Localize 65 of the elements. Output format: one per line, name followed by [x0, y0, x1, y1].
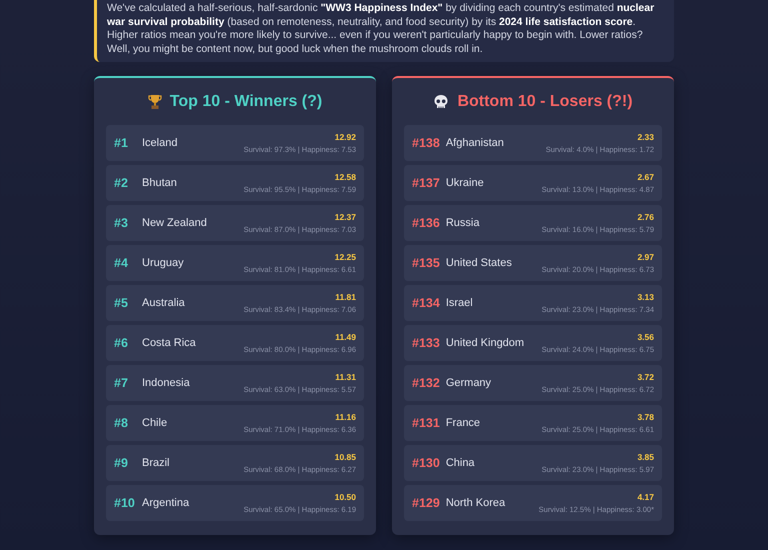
ratio-value: 12.92	[334, 132, 356, 142]
rank-label: #3	[114, 216, 129, 230]
ratio-value: 11.81	[335, 292, 356, 302]
country-name: New Zealand	[142, 217, 207, 229]
rank-label: #134	[412, 296, 440, 310]
ratio-value: 12.58	[334, 172, 356, 182]
panel-title: Bottom 10 - Losers (?!)	[457, 93, 633, 111]
rank-label: #137	[412, 176, 440, 190]
ratio-value: 3.56	[637, 332, 654, 342]
ratio-value: 4.17	[637, 492, 654, 502]
country-name: Brazil	[142, 457, 170, 469]
ratio-value: 2.67	[637, 172, 654, 182]
country-name: Australia	[142, 297, 185, 309]
ratio-value: 11.31	[335, 372, 356, 382]
country-name: Russia	[446, 217, 480, 229]
rank-label: #132	[412, 376, 440, 390]
country-name: Chile	[142, 417, 168, 429]
panel-title: Top 10 - Winners (?)	[170, 93, 322, 111]
rank-label: #138	[412, 136, 440, 150]
rank-label: #6	[114, 336, 129, 350]
ratio-value: 3.13	[637, 292, 654, 302]
intro-paragraph: We've calculated a half-serious, half-sardonic "WW3 Happiness Index" by dividing each country's estimated nuclear war survival probability (based on remoteness, neutrality, and food security) by its 2024 life satisfaction score. Higher ratios mean you're more likely to survive... even if you weren't particularly happy to begin with. Lower ratios? Well, you might be content now, but good luck when the mushroom clouds roll in.	[94, 0, 674, 62]
ratio-value: 11.49	[335, 332, 356, 342]
rank-label: #130	[412, 456, 440, 470]
country-name: North Korea	[446, 497, 506, 509]
skull-icon	[433, 94, 450, 110]
rank-label: #135	[412, 256, 440, 270]
rank-label: #131	[412, 416, 440, 430]
rank-label: #136	[412, 216, 440, 230]
ratio-value: 2.33	[637, 132, 654, 142]
country-name: Ukraine	[446, 177, 484, 189]
country-name: Iceland	[142, 137, 178, 149]
rank-label: #9	[114, 456, 129, 470]
ratio-value: 3.85	[637, 452, 654, 462]
rank-label: #5	[114, 296, 129, 310]
rank-label: #129	[412, 496, 440, 510]
rank-label: #2	[114, 176, 129, 190]
country-name: Argentina	[142, 497, 190, 509]
ratio-value: 3.78	[637, 412, 654, 422]
rank-label: #10	[114, 496, 136, 510]
ratio-value: 10.85	[334, 452, 356, 462]
ratio-value: 10.50	[334, 492, 356, 502]
ratio-value: 2.97	[637, 252, 654, 262]
rank-label: #4	[114, 256, 129, 270]
country-name: France	[446, 417, 480, 429]
ratio-value: 3.72	[637, 372, 654, 382]
country-name: United States	[446, 257, 512, 269]
ratio-value: 11.16	[335, 412, 356, 422]
country-name: Bhutan	[142, 177, 177, 189]
country-name: Uruguay	[142, 257, 184, 269]
rank-label: #8	[114, 416, 129, 430]
ratio-value: 2.76	[637, 212, 654, 222]
country-name: Costa Rica	[142, 337, 196, 349]
trophy-icon	[148, 94, 162, 110]
ratio-value: 12.37	[334, 212, 356, 222]
country-name: Indonesia	[142, 377, 190, 389]
country-name: China	[446, 457, 475, 469]
rank-label: #1	[114, 136, 129, 150]
country-name: Afghanistan	[446, 137, 504, 149]
country-name: United Kingdom	[446, 337, 524, 349]
rank-label: #133	[412, 336, 440, 350]
ratio-value: 12.25	[334, 252, 356, 262]
country-name: Germany	[446, 377, 492, 389]
rank-label: #7	[114, 376, 129, 390]
country-name: Israel	[446, 297, 473, 309]
